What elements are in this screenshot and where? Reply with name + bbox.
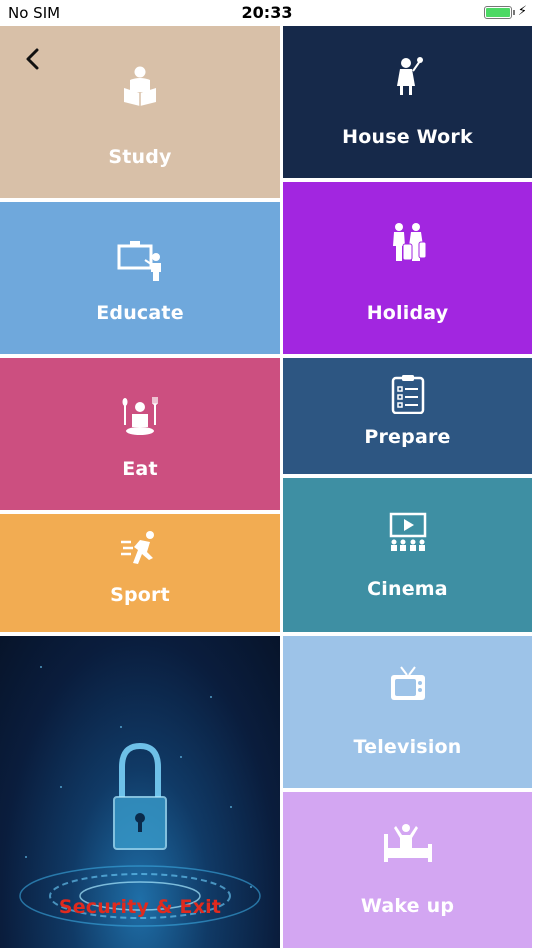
padlock-icon	[113, 742, 167, 850]
reading-person-icon	[124, 66, 156, 106]
tile-eat-label: Eat	[122, 458, 158, 480]
tile-television[interactable]: Television	[283, 636, 532, 788]
bed-wakeup-icon	[383, 824, 432, 862]
charging-bolt-icon: ⚡	[517, 4, 527, 19]
clock: 20:33	[241, 3, 293, 22]
tile-educate[interactable]: Educate	[0, 202, 280, 354]
tile-wake-up[interactable]: Wake up	[283, 792, 532, 948]
cinema-screen-icon	[389, 512, 426, 551]
tile-study[interactable]: Study	[0, 26, 280, 198]
tile-security-exit-label: Security & Exit	[58, 896, 222, 918]
travelers-luggage-icon	[392, 223, 426, 261]
tile-house-work[interactable]: House Work	[283, 26, 532, 178]
tile-sport[interactable]: Sport	[0, 514, 280, 632]
tile-wake-up-label: Wake up	[360, 895, 455, 917]
checklist-clipboard-icon	[391, 375, 424, 414]
tile-sport-label: Sport	[110, 584, 170, 606]
housekeeper-icon	[396, 57, 423, 95]
tile-educate-label: Educate	[96, 302, 184, 324]
back-button[interactable]	[18, 44, 48, 74]
tile-television-label: Television	[353, 736, 462, 758]
tv-icon	[390, 666, 425, 700]
tile-cinema[interactable]: Cinema	[283, 478, 532, 632]
tile-study-label: Study	[108, 146, 172, 168]
tile-house-work-label: House Work	[342, 126, 473, 148]
tile-prepare[interactable]: Prepare	[283, 358, 532, 474]
tile-prepare-label: Prepare	[364, 426, 451, 448]
tile-holiday[interactable]: Holiday	[283, 182, 532, 354]
tile-eat[interactable]: Eat	[0, 358, 280, 510]
status-bar: No SIM 20:33 ⚡	[0, 0, 534, 26]
dining-icon	[122, 397, 158, 435]
running-person-icon	[121, 531, 154, 564]
tile-security-exit[interactable]: Security & Exit	[0, 636, 280, 948]
tile-holiday-label: Holiday	[366, 302, 449, 324]
battery-icon	[484, 6, 512, 19]
teacher-board-icon	[117, 241, 161, 281]
tile-cinema-label: Cinema	[367, 578, 448, 600]
